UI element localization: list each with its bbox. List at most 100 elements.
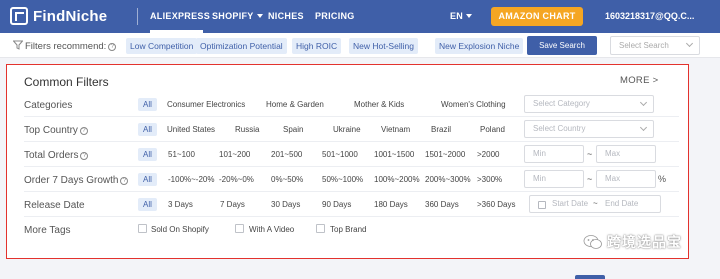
watermark-text: 跨境选品宝 [607,234,682,250]
watermark: 跨境选品宝 [583,232,682,252]
language-select[interactable]: EN [450,11,473,21]
filter-row-categories: Categories All Consumer Electronics Home… [24,92,679,117]
amazon-chart-button[interactable]: AMAZON CHART [491,7,583,26]
filter-row-release-date: Release Date All 3 Days 7 Days 30 Days 9… [24,192,679,217]
chevron-down-icon [466,14,473,18]
option-all[interactable]: All [138,98,157,111]
option[interactable]: >360 Days [477,200,515,209]
option[interactable]: 180 Days [374,200,408,209]
help-icon[interactable]: ? [120,177,129,185]
help-icon[interactable]: ? [80,152,89,160]
row-label-text: Total Orders [24,150,79,161]
chip-new-explosion-niche[interactable]: New Explosion Niche [435,38,524,54]
option[interactable]: -100%~-20% [168,175,214,184]
language-label: EN [450,11,464,21]
option[interactable]: 50%~100% [322,175,363,184]
checkbox-sold-on-shopify[interactable] [138,224,147,233]
nav-divider [137,8,138,25]
option[interactable]: United States [167,125,215,134]
help-icon[interactable]: ? [108,43,117,51]
option[interactable]: 101~200 [219,150,250,159]
category-select-placeholder: Select Category [533,99,590,108]
growth-max-input[interactable]: Max [596,170,656,188]
nav-niches[interactable]: NICHES [268,11,304,21]
option-all[interactable]: All [138,123,157,136]
option[interactable]: -20%~0% [219,175,254,184]
help-icon[interactable]: ? [79,127,88,135]
option[interactable]: 0%~50% [271,175,303,184]
row-label: Top Country? [24,125,88,136]
panel-title: Common Filters [24,75,109,89]
option[interactable]: Mother & Kids [354,100,404,109]
account-menu[interactable]: 1603218317@QQ.C... [605,11,694,21]
option-all[interactable]: All [138,148,157,161]
checkbox-top-brand[interactable] [316,224,325,233]
option[interactable]: Consumer Electronics [167,100,245,109]
nav-pricing[interactable]: PRICING [315,11,355,21]
option[interactable]: 3 Days [168,200,193,209]
option[interactable]: 30 Days [271,200,300,209]
select-search-dropdown[interactable]: Select Search [610,36,700,55]
option[interactable]: 501~1000 [322,150,358,159]
option[interactable]: Home & Garden [266,100,324,109]
option[interactable]: 360 Days [425,200,459,209]
chip-optimization-potential[interactable]: Optimization Potential [196,38,287,54]
select-search-placeholder: Select Search [619,41,669,50]
row-label: Release Date [24,200,85,211]
chevron-down-icon [256,14,263,18]
release-date-range-picker[interactable]: Start Date ~ End Date [529,195,661,213]
findniche-logo-icon [10,7,28,25]
option[interactable]: 7 Days [220,200,245,209]
option[interactable]: Russia [235,125,259,134]
filters-recommend-label: Filters recommend:? [25,41,117,52]
option[interactable]: Vietnam [381,125,410,134]
filters-recommend-text: Filters recommend: [25,41,107,52]
growth-min-input[interactable]: Min [524,170,584,188]
filter-row-order-growth: Order 7 Days Growth? All -100%~-20% -20%… [24,167,679,192]
chip-new-hot-selling[interactable]: New Hot-Selling [349,38,418,54]
row-label: Order 7 Days Growth? [24,175,129,186]
filter-row-more-tags: More Tags Sold On Shopify With A Video T… [24,217,679,242]
range-separator: ~ [593,199,598,208]
end-date-input[interactable]: End Date [605,199,638,208]
option[interactable]: >300% [477,175,502,184]
chip-high-roic[interactable]: High ROIC [292,38,342,54]
option[interactable]: Women's Clothing [441,100,506,109]
option[interactable]: 1501~2000 [425,150,465,159]
orders-min-input[interactable]: Min [524,145,584,163]
nav-shopify[interactable]: SHOPIFY [212,11,263,21]
option[interactable]: 51~100 [168,150,195,159]
option[interactable]: Ukraine [333,125,361,134]
option-all[interactable]: All [138,198,157,211]
funnel-icon [13,40,23,50]
option[interactable]: 201~500 [271,150,302,159]
category-select[interactable]: Select Category [524,95,654,113]
option[interactable]: 100%~200% [374,175,420,184]
filters-recommend-bar: Filters recommend:? Low Competition Opti… [0,33,720,58]
option[interactable]: 1001~1500 [374,150,414,159]
country-select-placeholder: Select Country [533,124,586,133]
checkbox-label[interactable]: With A Video [249,225,294,234]
nav-aliexpress[interactable]: ALIEXPRESS [150,11,210,21]
option[interactable]: 90 Days [322,200,351,209]
save-search-button[interactable]: Save Search [527,36,597,55]
logo[interactable]: FindNiche [10,7,107,25]
checkbox-label[interactable]: Top Brand [330,225,366,234]
nav-shopify-label: SHOPIFY [212,11,254,21]
start-date-input[interactable]: Start Date [552,199,588,208]
orders-max-input[interactable]: Max [596,145,656,163]
chip-low-competition[interactable]: Low Competition [126,38,198,54]
option-all[interactable]: All [138,173,157,186]
range-separator: ~ [587,149,593,159]
checkbox-with-a-video[interactable] [235,224,244,233]
option[interactable]: >2000 [477,150,499,159]
country-select[interactable]: Select Country [524,120,654,138]
checkbox-label[interactable]: Sold On Shopify [151,225,209,234]
option[interactable]: Brazil [431,125,451,134]
option[interactable]: Spain [283,125,303,134]
option[interactable]: Poland [480,125,505,134]
row-label: More Tags [24,225,71,236]
common-filters-panel: Common Filters MORE > Categories All Con… [6,64,689,259]
more-filters-link[interactable]: MORE > [620,75,659,86]
option[interactable]: 200%~300% [425,175,471,184]
